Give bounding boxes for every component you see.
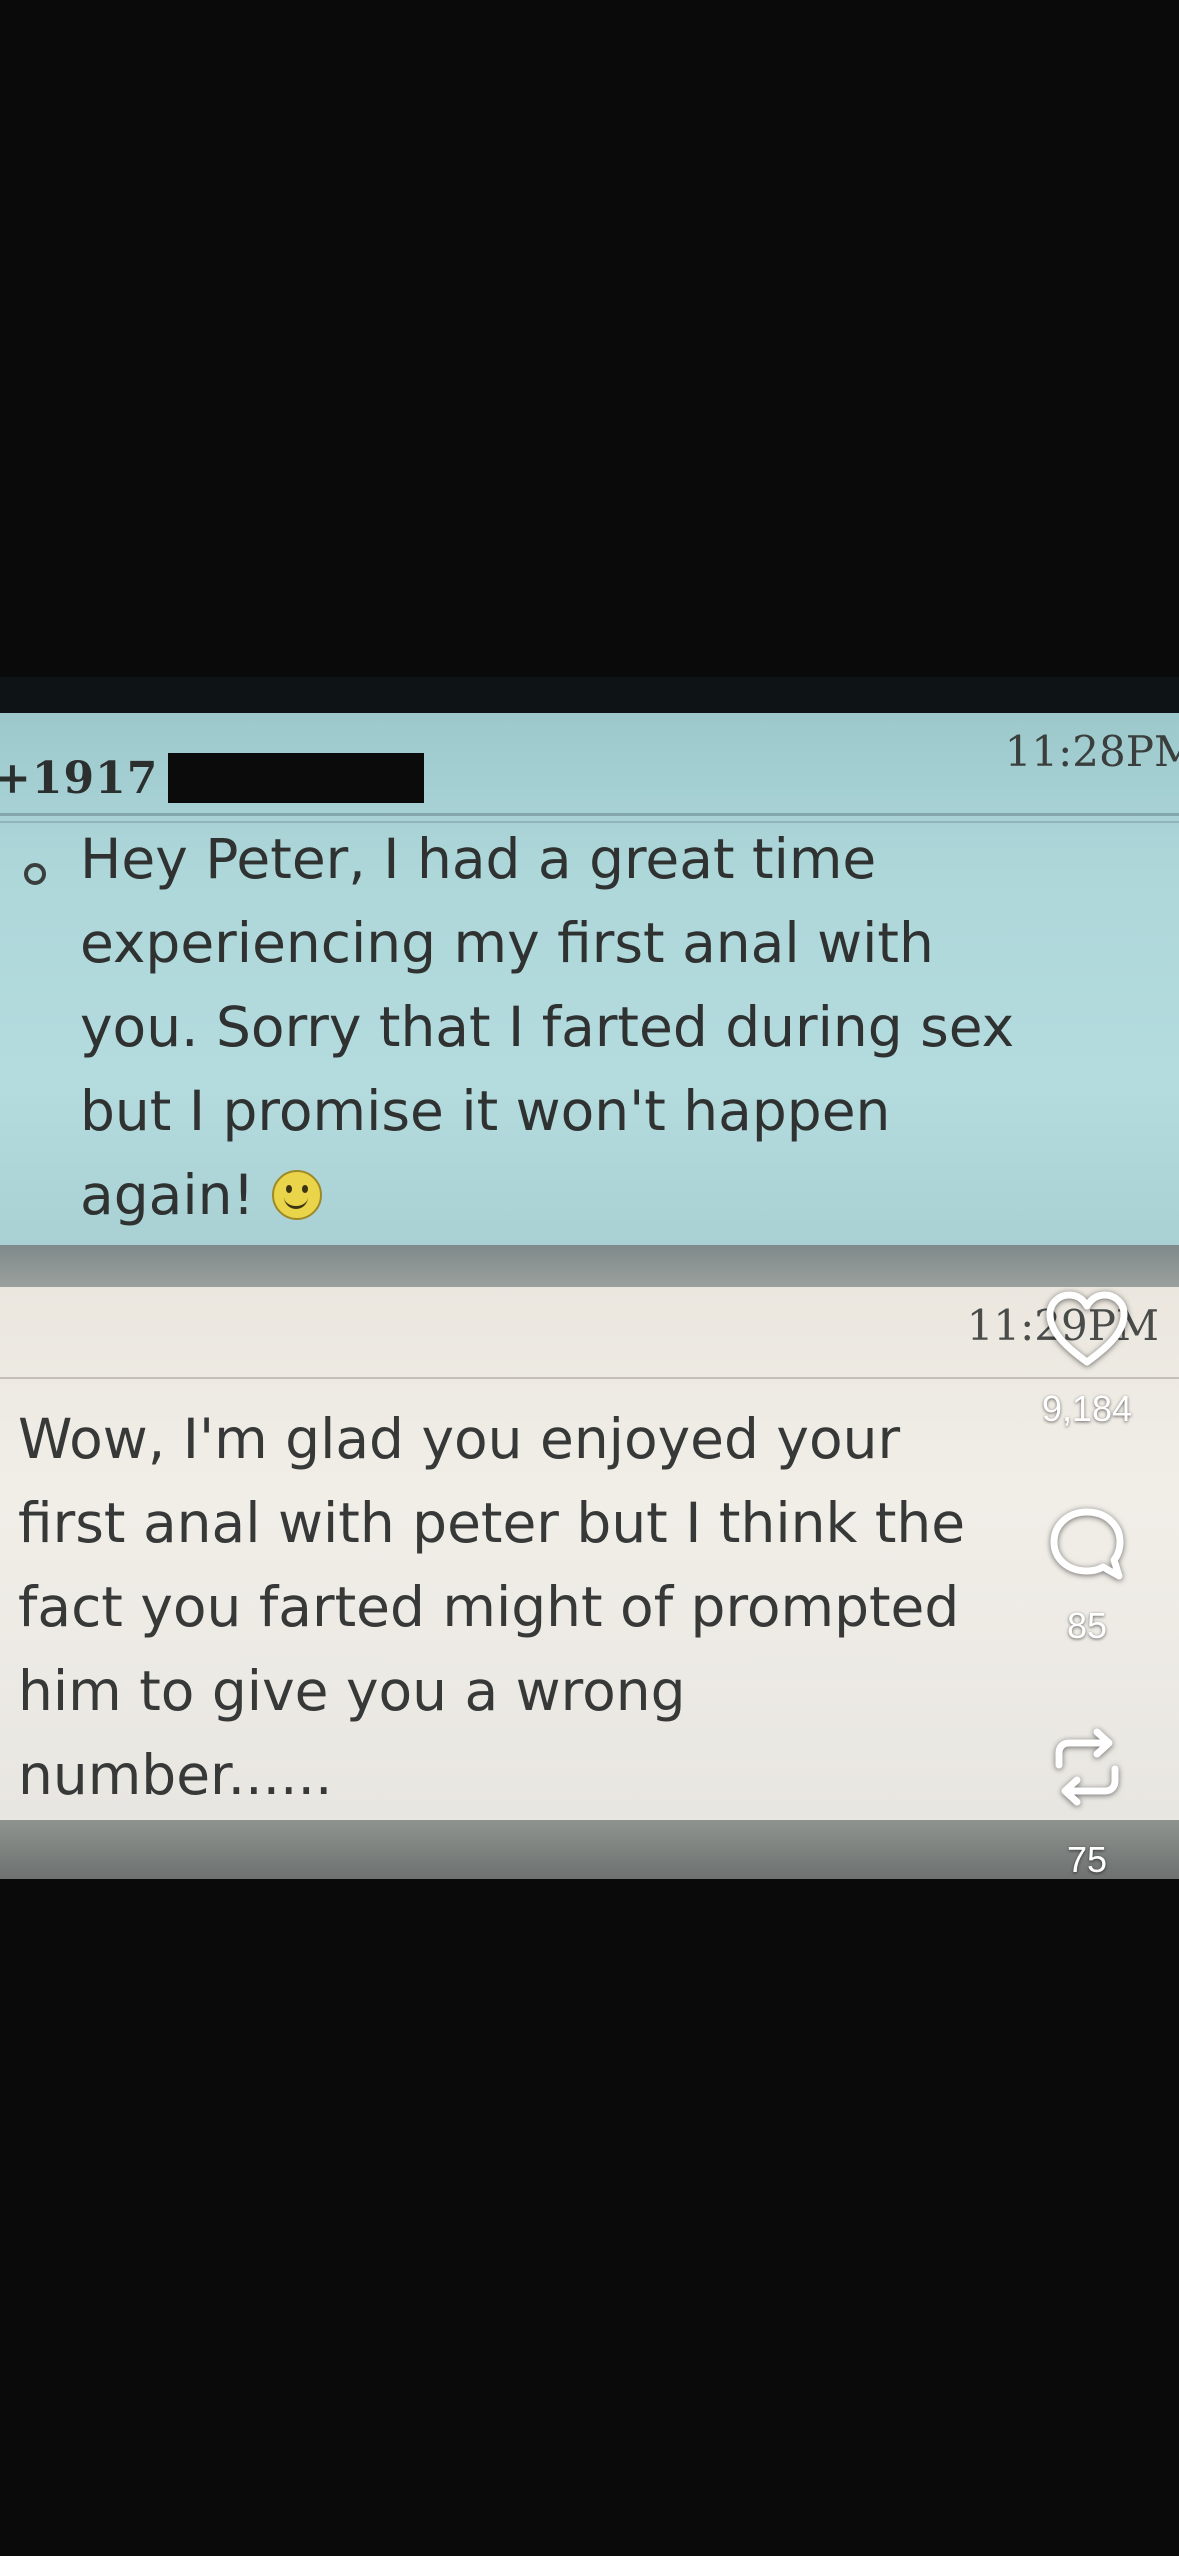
like-button[interactable]: 9,184 (1012, 1290, 1162, 1430)
divider (0, 813, 1179, 816)
like-count: 9,184 (1041, 1388, 1133, 1429)
sms-message-reply: 11:29PM Wow, I'm glad you enjoyed your f… (0, 1287, 1179, 1820)
sms-message-received: +1917 11:28PM Hey Peter, I had a great t… (0, 713, 1179, 1245)
message-body: Hey Peter, I had a great time experienci… (80, 817, 1014, 1237)
repost-count: 75 (1066, 1839, 1108, 1880)
post-viewer: +1917 11:28PM Hey Peter, I had a great t… (0, 0, 1179, 2556)
divider (0, 1377, 1179, 1379)
message-text: Hey Peter, I had a great time experienci… (80, 827, 1015, 1227)
message-time: 11:28PM (1004, 727, 1179, 776)
heart-icon (1046, 1291, 1128, 1366)
post-image[interactable]: +1917 11:28PM Hey Peter, I had a great t… (0, 677, 1179, 1879)
comment-button[interactable]: 85 (1012, 1505, 1162, 1647)
message-body: Wow, I'm glad you enjoyed your first ana… (18, 1407, 966, 1807)
sender-number: +1917 (0, 753, 159, 804)
comment-count: 85 (1066, 1605, 1108, 1646)
comment-bubble-icon (1050, 1508, 1124, 1580)
smiley-emoji-icon (272, 1170, 322, 1220)
divider (0, 1245, 1179, 1287)
divider (0, 1820, 1179, 1879)
repost-button[interactable]: 75 (1012, 1725, 1162, 1881)
redaction-bar (168, 753, 424, 803)
repost-icon (1055, 1728, 1119, 1806)
unread-dot-icon (24, 863, 46, 885)
